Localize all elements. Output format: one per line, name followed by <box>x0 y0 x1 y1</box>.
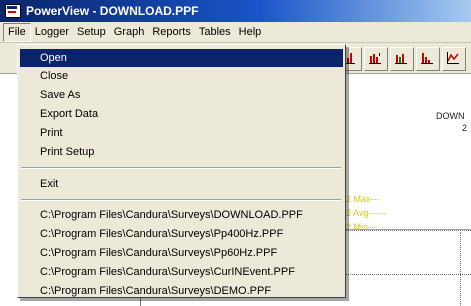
menu-bar: File Logger Setup Graph Reports Tables H… <box>0 22 471 43</box>
recent-file-1[interactable]: C:\Program Files\Candura\Surveys\DOWNLOA… <box>20 206 343 224</box>
menu-reports[interactable]: Reports <box>148 24 195 41</box>
menu-item-open[interactable]: Open <box>20 49 343 67</box>
bar-chart-icon[interactable] <box>364 47 388 71</box>
menu-item-export-data[interactable]: Export Data <box>20 105 343 123</box>
window-title: PowerView - DOWNLOAD.PPF <box>26 4 199 18</box>
menu-logger[interactable]: Logger <box>31 24 73 41</box>
menu-item-print-setup[interactable]: Print Setup <box>20 143 343 161</box>
menu-tables[interactable]: Tables <box>195 24 235 41</box>
gridline <box>345 274 471 275</box>
bar-chart-icon[interactable] <box>416 47 440 71</box>
legend-v2-avg: V2 Avg—— <box>340 208 387 218</box>
file-menu-dropdown: Open Close Save As Export Data Print Pri… <box>17 44 346 298</box>
graph-subtitle: 2 <box>462 123 468 133</box>
recent-file-3[interactable]: C:\Program Files\Candura\Surveys\Pp60Hz.… <box>20 244 343 262</box>
menu-item-save-as[interactable]: Save As <box>20 86 343 104</box>
menu-item-exit[interactable]: Exit <box>20 175 343 193</box>
app-icon <box>5 4 21 18</box>
recent-file-4[interactable]: C:\Program Files\Candura\Surveys\CurINEv… <box>20 263 343 281</box>
recent-file-5[interactable]: C:\Program Files\Candura\Surveys\DEMO.PP… <box>20 282 343 300</box>
gridline <box>345 230 471 231</box>
menu-file[interactable]: File <box>3 22 31 42</box>
graph-title: DOWN <box>436 111 465 121</box>
title-bar: PowerView - DOWNLOAD.PPF <box>0 0 471 22</box>
bar-chart-icon[interactable] <box>390 47 414 71</box>
line-chart-icon[interactable] <box>442 47 466 71</box>
gridline <box>460 232 461 306</box>
menu-setup[interactable]: Setup <box>73 24 110 41</box>
recent-file-2[interactable]: C:\Program Files\Candura\Surveys\Pp400Hz… <box>20 225 343 243</box>
menu-graph[interactable]: Graph <box>110 24 149 41</box>
menu-item-close[interactable]: Close <box>20 67 343 85</box>
menu-separator <box>21 199 341 201</box>
menu-separator <box>21 167 341 169</box>
menu-item-print[interactable]: Print <box>20 124 343 142</box>
menu-help[interactable]: Help <box>235 24 266 41</box>
